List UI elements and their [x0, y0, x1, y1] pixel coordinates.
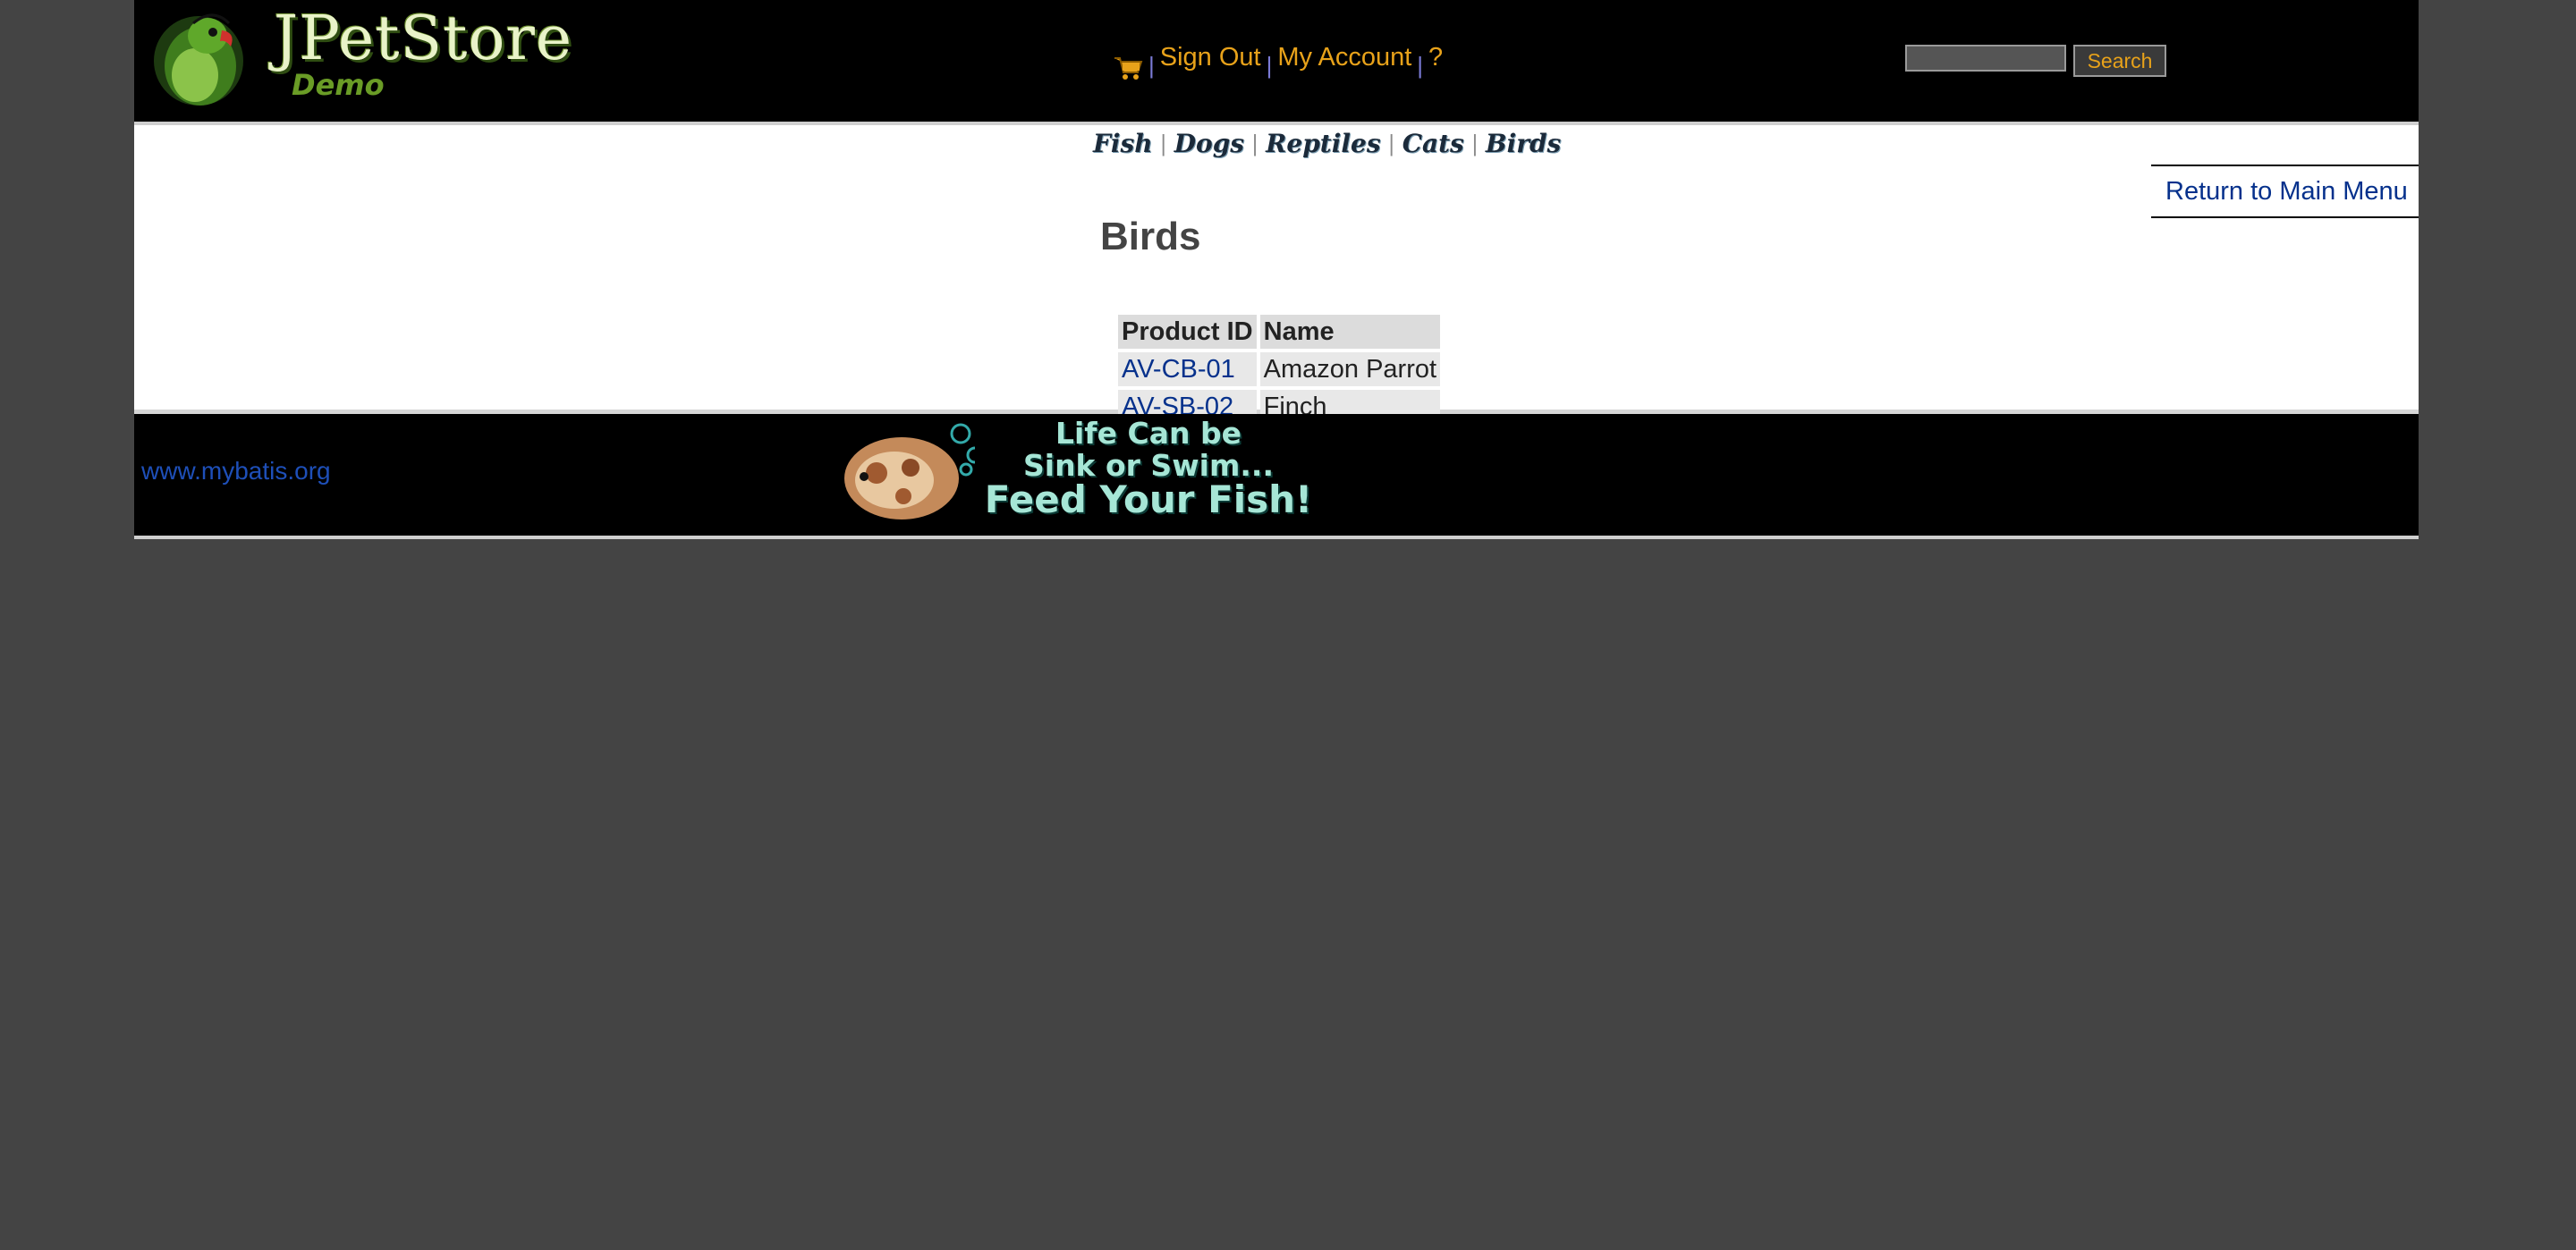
quicklink-separator: | — [1387, 131, 1395, 156]
return-to-main-menu-link[interactable]: Return to Main Menu — [2165, 177, 2408, 207]
quicklink-separator: | — [1251, 131, 1259, 156]
sign-out-link[interactable]: Sign Out — [1160, 43, 1261, 72]
quicklink-separator: | — [1470, 131, 1479, 156]
quicklink-reptiles[interactable]: Reptiles — [1266, 129, 1380, 158]
mybatis-link[interactable]: www.mybatis.org — [141, 457, 331, 486]
logo[interactable]: JPetStore Demo — [148, 4, 572, 111]
header: JPetStore Demo | Sign Out | My Account |… — [134, 0, 2419, 125]
menu-separator: | — [1417, 52, 1424, 79]
product-name-cell: Amazon Parrot — [1259, 352, 1441, 386]
search-input[interactable] — [1905, 45, 2066, 72]
quicklink-fish[interactable]: Fish — [1093, 129, 1153, 158]
search-button[interactable]: Search — [2073, 45, 2166, 77]
fish-banner-image[interactable]: Life Can be Sink or Swim... Feed Your Fi… — [841, 414, 1422, 536]
column-header-product-id: Product ID — [1118, 315, 1257, 349]
quicklink-cats[interactable]: Cats — [1402, 129, 1464, 158]
category-quicklinks: Fish | Dogs | Reptiles | Cats | Birds — [1093, 129, 1561, 158]
product-id-cell: AV-CB-01 — [1118, 352, 1257, 386]
table-row: AV-CB-01 Amazon Parrot — [1118, 352, 1441, 386]
column-header-name: Name — [1259, 315, 1441, 349]
banner-line: Feed Your Fish! — [984, 477, 1313, 521]
header-menu: | Sign Out | My Account | ? — [1113, 43, 1443, 80]
footer: www.mybatis.org Life Can be Sink or Swim… — [134, 414, 2419, 539]
main-content: Fish | Dogs | Reptiles | Cats | Birds Re… — [134, 125, 2419, 424]
table-header-row: Product ID Name — [1118, 315, 1441, 349]
my-account-link[interactable]: My Account — [1277, 43, 1411, 72]
product-table: Product ID Name AV-CB-01 Amazon Parrot A… — [1114, 311, 1444, 427]
quicklink-dogs[interactable]: Dogs — [1174, 129, 1244, 158]
page-title: Birds — [1100, 215, 1201, 258]
banner-text: Life Can be Sink or Swim... Feed Your Fi… — [970, 416, 1327, 521]
help-link[interactable]: ? — [1428, 43, 1443, 72]
menu-separator: | — [1266, 52, 1273, 79]
back-link-box: Return to Main Menu — [2151, 165, 2419, 218]
fish-image — [844, 423, 975, 519]
search-form: Search — [1905, 45, 2166, 77]
parrot-logo-icon — [154, 13, 243, 106]
banner-line: Life Can be — [1055, 416, 1242, 451]
menu-separator: | — [1148, 52, 1155, 79]
quicklink-separator: | — [1159, 131, 1167, 156]
quicklink-birds[interactable]: Birds — [1486, 129, 1561, 158]
logo-title: JPetStore — [274, 4, 573, 74]
page-wrapper: JPetStore Demo | Sign Out | My Account |… — [134, 0, 2419, 539]
shopping-cart-icon[interactable] — [1113, 55, 1143, 81]
product-id-link[interactable]: AV-CB-01 — [1122, 355, 1235, 384]
logo-subtitle: Demo — [292, 68, 385, 102]
